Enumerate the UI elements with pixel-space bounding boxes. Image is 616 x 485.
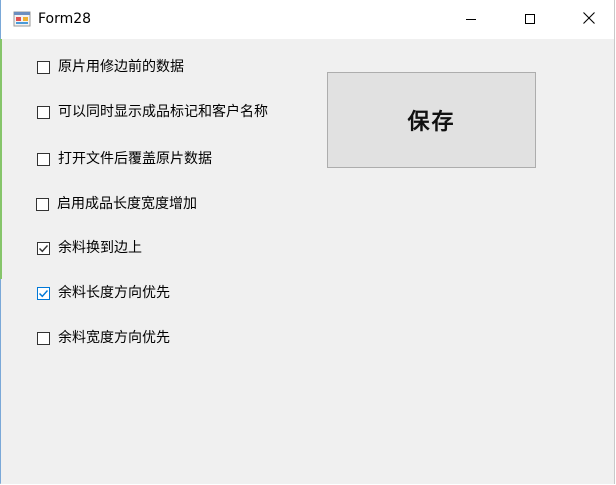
checkbox-box[interactable]: [37, 331, 50, 345]
checkbox-box[interactable]: [37, 105, 50, 119]
form-app-icon[interactable]: [13, 10, 31, 28]
checkbox-box[interactable]: [37, 239, 50, 258]
checkmark-icon: [38, 239, 49, 258]
left-edge-accent: [0, 39, 2, 279]
save-button[interactable]: 保存: [327, 72, 536, 168]
checkbox-label: 启用成品长度宽度增加: [57, 196, 197, 212]
checkbox-label: 原片用修边前的数据: [58, 59, 184, 75]
minimize-icon: [465, 10, 477, 29]
checkbox-label: 余料长度方向优先: [58, 285, 170, 301]
maximize-button[interactable]: [501, 0, 559, 39]
checkbox-label: 余料宽度方向优先: [58, 330, 170, 346]
checkbox-label: 打开文件后覆盖原片数据: [58, 151, 212, 167]
close-button[interactable]: [560, 0, 616, 39]
title-bar[interactable]: Form28: [1, 0, 614, 39]
checkbox-enable-size-increase[interactable]: 启用成品长度宽度增加: [36, 194, 197, 214]
checkbox-label: 余料换到边上: [58, 240, 142, 256]
checkbox-box[interactable]: [37, 284, 50, 303]
checkbox-box[interactable]: [37, 60, 50, 74]
checkbox-label: 可以同时显示成品标记和客户名称: [58, 104, 268, 120]
window-title: Form28: [38, 11, 92, 27]
checkbox-show-product-mark-and-customer[interactable]: 可以同时显示成品标记和客户名称: [37, 102, 268, 122]
close-icon: [582, 10, 596, 29]
maximize-icon: [524, 10, 536, 29]
checkbox-remnant-width-priority[interactable]: 余料宽度方向优先: [37, 328, 170, 348]
checkbox-box[interactable]: [37, 152, 50, 166]
minimize-button[interactable]: [442, 0, 500, 39]
checkbox-remnant-to-edge[interactable]: 余料换到边上: [37, 238, 142, 258]
checkbox-remnant-length-priority[interactable]: 余料长度方向优先: [37, 283, 170, 303]
checkbox-overwrite-original-data[interactable]: 打开文件后覆盖原片数据: [37, 149, 212, 169]
checkmark-icon: [38, 284, 49, 303]
checkbox-use-pre-trim-data[interactable]: 原片用修边前的数据: [37, 57, 184, 77]
form28-window: Form28 原片用修边前的数据 可以同时显示成品标记和客户名称 打开文件后覆盖…: [0, 0, 615, 484]
checkbox-box[interactable]: [36, 197, 49, 211]
